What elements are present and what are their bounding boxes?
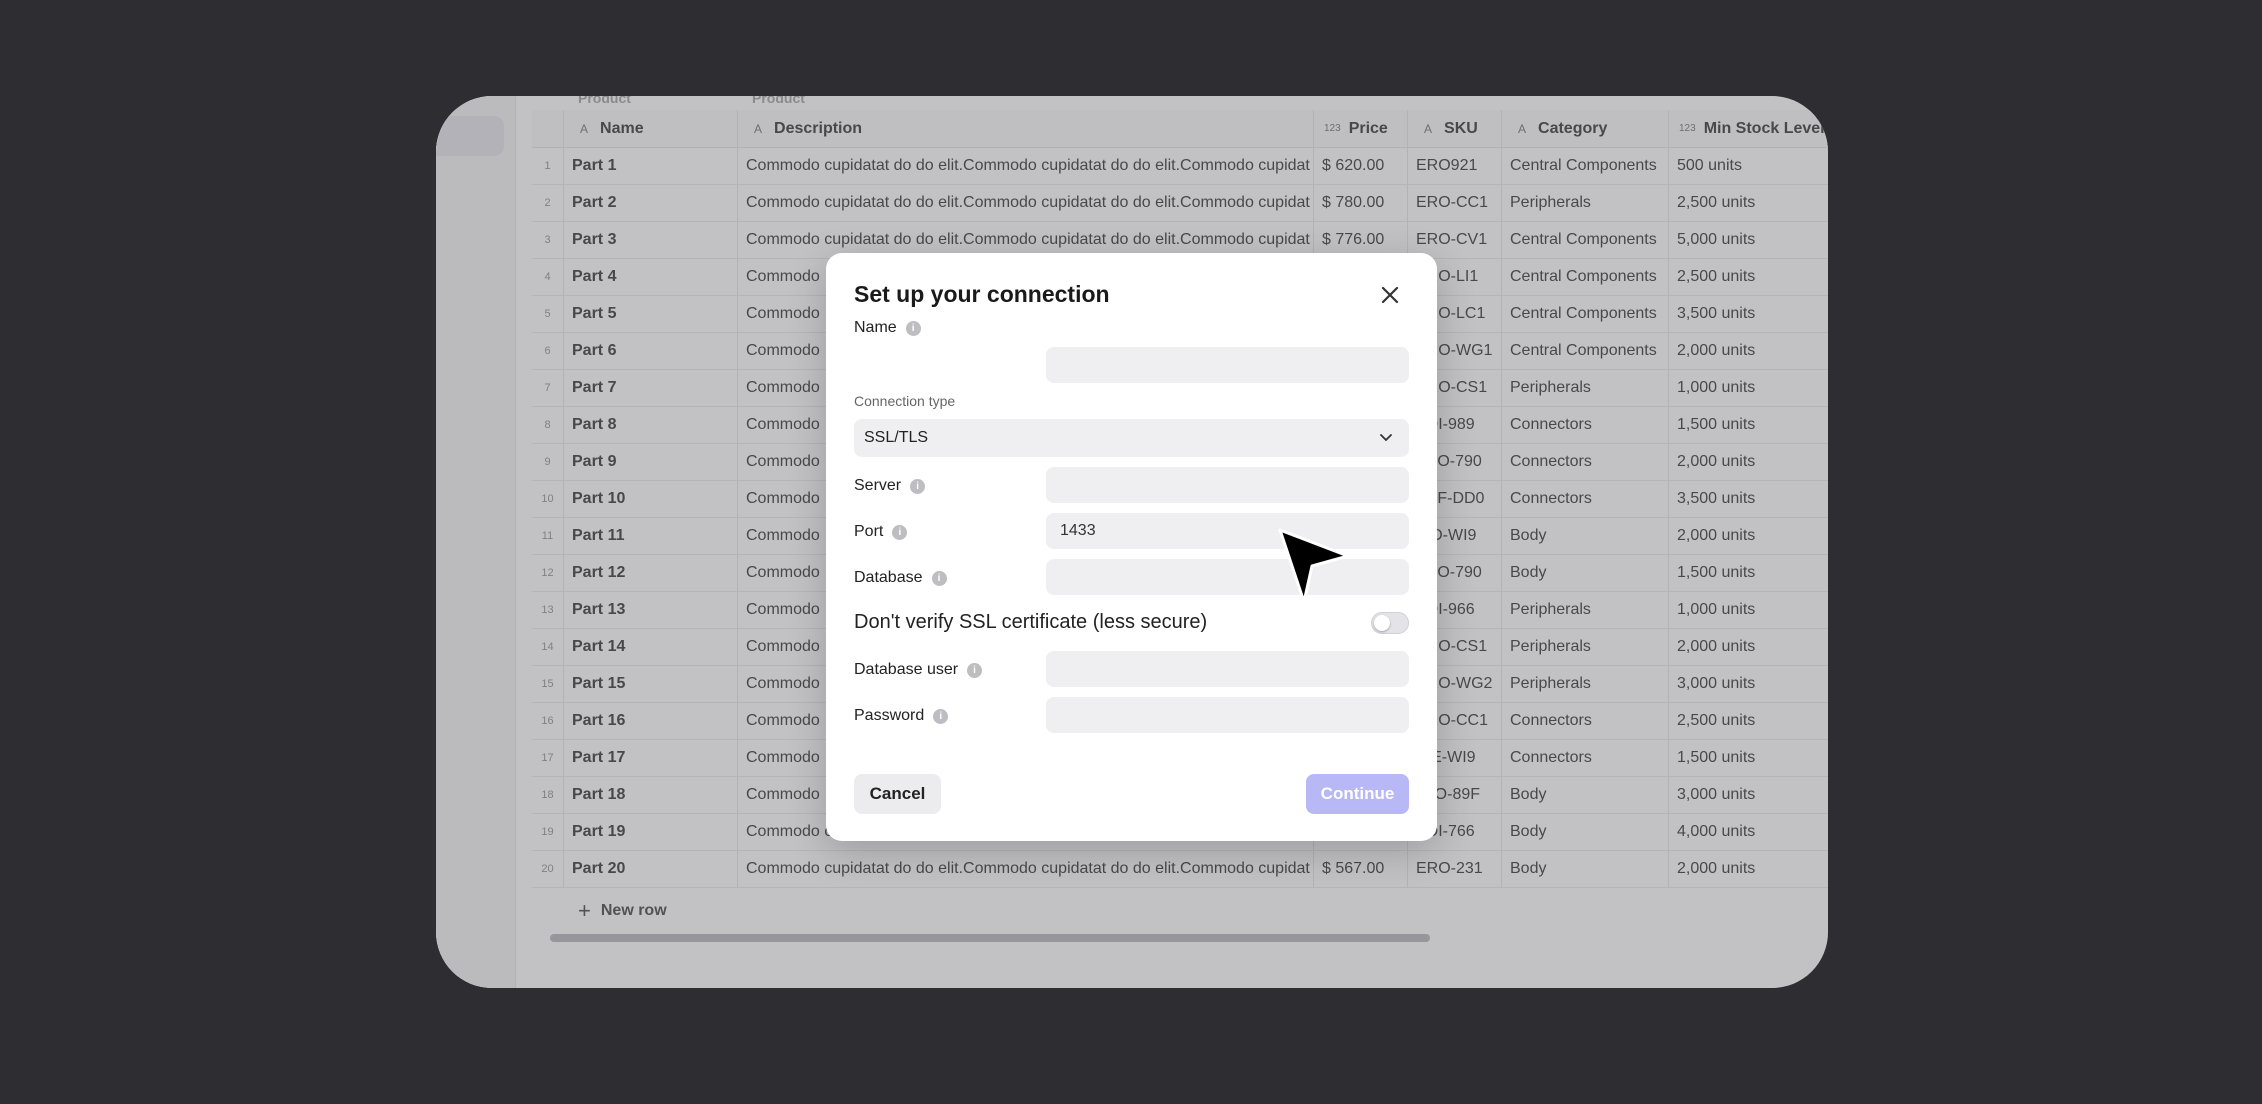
- name-input[interactable]: [1046, 347, 1409, 383]
- name-label: Name i: [854, 319, 921, 337]
- port-input[interactable]: [1046, 513, 1409, 549]
- database-label-text: Database: [854, 569, 923, 586]
- ssl-verify-label: Don't verify SSL certificate (less secur…: [854, 611, 1208, 633]
- ssl-verify-row: Don't verify SSL certificate (less secur…: [854, 611, 1409, 634]
- toggle-knob: [1374, 614, 1390, 631]
- info-icon[interactable]: i: [931, 570, 947, 586]
- name-label-text: Name: [854, 319, 897, 336]
- database-input[interactable]: [1046, 559, 1409, 595]
- info-icon[interactable]: i: [892, 524, 908, 540]
- server-input[interactable]: [1046, 467, 1409, 503]
- continue-button[interactable]: Continue: [1306, 774, 1409, 814]
- password-input[interactable]: [1046, 697, 1409, 733]
- connection-type-label: Connection type: [854, 393, 956, 409]
- info-icon[interactable]: i: [910, 478, 926, 494]
- info-icon[interactable]: i: [933, 708, 949, 724]
- port-label: Port i: [854, 523, 908, 541]
- close-icon: [1381, 286, 1399, 304]
- chevron-down-icon: [1380, 434, 1392, 442]
- close-button[interactable]: [1376, 281, 1404, 309]
- connection-type-select[interactable]: SSL/TLS: [854, 419, 1409, 457]
- server-label-text: Server: [854, 477, 902, 494]
- database-label: Database i: [854, 569, 947, 587]
- database-user-label-text: Database user: [854, 661, 959, 678]
- cancel-button[interactable]: Cancel: [854, 774, 941, 814]
- password-label-text: Password: [854, 707, 925, 724]
- server-label: Server i: [854, 477, 926, 495]
- database-user-label: Database user i: [854, 661, 983, 679]
- info-icon[interactable]: i: [905, 320, 921, 336]
- dialog-title: Set up your connection: [854, 281, 1110, 307]
- ssl-verify-toggle[interactable]: [1371, 611, 1409, 634]
- port-label-text: Port: [854, 523, 884, 540]
- connection-type-value: SSL/TLS: [864, 429, 929, 446]
- database-user-input[interactable]: [1046, 651, 1409, 687]
- password-label: Password i: [854, 707, 949, 725]
- mouse-cursor-icon: [1278, 528, 1350, 604]
- info-icon[interactable]: i: [967, 662, 983, 678]
